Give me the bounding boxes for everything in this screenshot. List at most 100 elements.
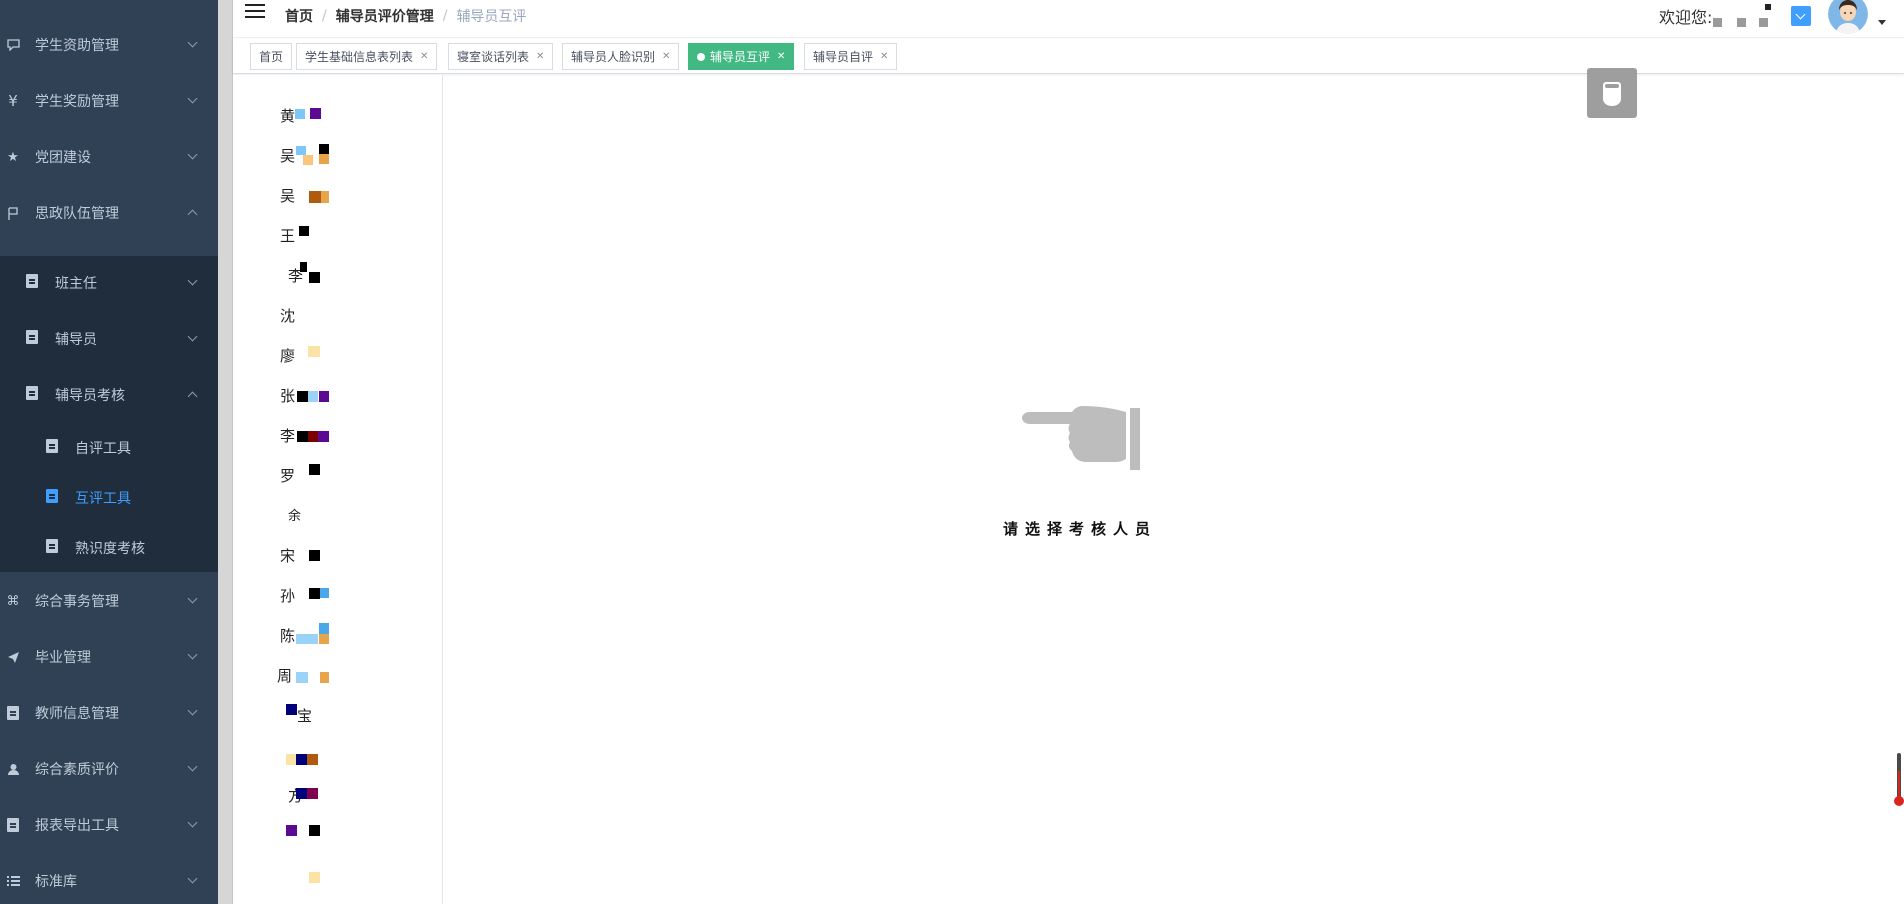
- tab-label: 辅导员互评: [710, 50, 771, 64]
- document-icon: [6, 706, 20, 720]
- pointing-hand-icon: [1022, 406, 1142, 470]
- breadcrumb-separator: /: [322, 8, 327, 24]
- list-item[interactable]: 吴: [233, 140, 442, 170]
- chevron-up-icon: [187, 391, 198, 402]
- close-icon[interactable]: ✕: [777, 51, 785, 62]
- sidebar-item-label: 党团建设: [35, 150, 91, 166]
- list-item[interactable]: 罗: [233, 460, 442, 490]
- tab-label: 辅导员人脸识别: [571, 50, 656, 64]
- sidebar-item-self-eval-tool[interactable]: 自评工具: [0, 423, 218, 473]
- close-icon[interactable]: ✕: [536, 51, 544, 62]
- list-item[interactable]: 廖: [233, 340, 442, 370]
- star-icon: ★: [7, 149, 19, 165]
- yen-icon: ¥: [8, 92, 18, 110]
- list-item[interactable]: 宋: [233, 540, 442, 570]
- select-person-prompt: 请选择考核人员: [1002, 520, 1157, 538]
- document-icon: [26, 274, 38, 292]
- list-item[interactable]: [233, 740, 442, 770]
- sidebar-item-quality-eval[interactable]: 综合素质评价: [0, 741, 218, 797]
- sidebar-item-counselor[interactable]: 辅导员: [0, 314, 218, 364]
- breadcrumb-current: 辅导员互评: [456, 9, 527, 25]
- sidebar-item-label: 教师信息管理: [35, 706, 119, 722]
- sidebar-item-general-affairs[interactable]: ⌘ 综合事务管理: [0, 573, 218, 629]
- tab-dorm-talk[interactable]: 寝室谈话列表 ✕: [448, 43, 554, 70]
- list-item[interactable]: 吴: [233, 180, 442, 210]
- sidebar-item-label: 思政队伍管理: [35, 206, 119, 222]
- caret-down-icon[interactable]: [1878, 20, 1886, 25]
- list-item[interactable]: 沈: [233, 300, 442, 330]
- list-item[interactable]: 王: [233, 220, 442, 250]
- hamburger-menu-icon[interactable]: [245, 4, 265, 22]
- user-dropdown-button[interactable]: [1791, 6, 1811, 26]
- sidebar-item-ideology-team[interactable]: 思政队伍管理: [0, 185, 218, 241]
- close-icon[interactable]: ✕: [662, 51, 670, 62]
- sidebar-item-party[interactable]: ★ 党团建设: [0, 129, 218, 185]
- tab-label: 学生基础信息表列表: [305, 50, 414, 64]
- list-item[interactable]: 张: [233, 380, 442, 410]
- sidebar-item-label: 学生资助管理: [35, 38, 119, 54]
- chat-icon: [6, 38, 20, 52]
- chevron-down-icon: [187, 817, 198, 828]
- list-item[interactable]: 宝: [233, 700, 442, 730]
- list-item[interactable]: 黄: [233, 100, 442, 130]
- redacted-username-block: [1737, 18, 1746, 27]
- list-item[interactable]: 方: [233, 780, 442, 810]
- sidebar-item-standards[interactable]: 标准库: [0, 853, 218, 904]
- chevron-up-icon: [187, 209, 198, 220]
- sidebar-item-report-export[interactable]: 报表导出工具: [0, 797, 218, 853]
- close-icon[interactable]: ✕: [420, 51, 428, 62]
- avatar[interactable]: [1828, 0, 1868, 34]
- tab-label: 首页: [259, 50, 284, 64]
- tab-self-eval[interactable]: 辅导员自评 ✕: [804, 43, 898, 70]
- sidebar-item-peer-eval-tool[interactable]: 互评工具: [0, 473, 218, 523]
- redacted-username-block: [1759, 18, 1768, 27]
- list-item[interactable]: 李: [233, 260, 442, 290]
- send-icon: [6, 650, 20, 664]
- chevron-down-icon: [187, 705, 198, 716]
- thermometer-icon: [1894, 753, 1904, 806]
- chevron-down-icon: [187, 149, 198, 160]
- sidebar-item-familiarity-assessment[interactable]: 熟识度考核: [0, 523, 218, 573]
- sidebar-scrollbar[interactable]: [218, 0, 233, 904]
- sidebar-item-graduation[interactable]: 毕业管理: [0, 629, 218, 685]
- document-icon: [26, 386, 38, 404]
- tab-student-basic-info[interactable]: 学生基础信息表列表 ✕: [296, 43, 438, 70]
- tab-label: 辅导员自评: [813, 50, 874, 64]
- sidebar-item-student-aid[interactable]: 学生资助管理: [0, 17, 218, 73]
- tab-label: 寝室谈话列表: [457, 50, 530, 64]
- document-icon: [46, 439, 58, 457]
- sidebar-item-label: 报表导出工具: [35, 818, 119, 834]
- sidebar-item-label: 班主任: [55, 276, 97, 292]
- close-icon[interactable]: ✕: [880, 51, 888, 62]
- sidebar-item-label: 自评工具: [75, 441, 131, 457]
- list-item[interactable]: 周: [233, 660, 442, 690]
- hand-icon: [1603, 82, 1621, 106]
- document-icon: [46, 539, 58, 557]
- document-icon: [6, 818, 20, 832]
- document-icon: [46, 489, 58, 507]
- tab-home[interactable]: 首页: [250, 43, 293, 70]
- sidebar-item-student-award[interactable]: ¥ 学生奖励管理: [0, 73, 218, 129]
- sidebar-item-label: 毕业管理: [35, 650, 91, 666]
- sidebar: 学生资助管理 ¥ 学生奖励管理 ★ 党团建设 思政队伍管理 班主任 辅导员 辅导…: [0, 0, 218, 904]
- list-item[interactable]: [233, 820, 442, 850]
- sidebar-item-head-teacher[interactable]: 班主任: [0, 258, 218, 308]
- list-item[interactable]: [233, 860, 442, 890]
- tab-peer-eval[interactable]: 辅导员互评 ✕: [688, 43, 795, 70]
- sidebar-item-label: 熟识度考核: [75, 541, 145, 557]
- tab-face-recognition[interactable]: 辅导员人脸识别 ✕: [562, 43, 680, 70]
- list-item[interactable]: 陈: [233, 620, 442, 650]
- breadcrumb-home[interactable]: 首页: [285, 6, 313, 26]
- list-item[interactable]: 孙: [233, 580, 442, 610]
- list-item[interactable]: 李: [233, 420, 442, 450]
- sidebar-item-counselor-assessment[interactable]: 辅导员考核: [0, 370, 218, 420]
- breadcrumb: 首页 / 辅导员评价管理 / 辅导员互评: [285, 6, 526, 26]
- document-icon: [26, 330, 38, 348]
- redacted-username-block: [1713, 18, 1722, 27]
- floating-action-button[interactable]: [1587, 68, 1637, 118]
- empty-state: [990, 404, 1170, 478]
- list-item[interactable]: 余: [233, 500, 442, 530]
- breadcrumb-counselor-eval-mgmt[interactable]: 辅导员评价管理: [336, 6, 434, 26]
- sidebar-item-label: 学生奖励管理: [35, 94, 119, 110]
- sidebar-item-teacher-info[interactable]: 教师信息管理: [0, 685, 218, 741]
